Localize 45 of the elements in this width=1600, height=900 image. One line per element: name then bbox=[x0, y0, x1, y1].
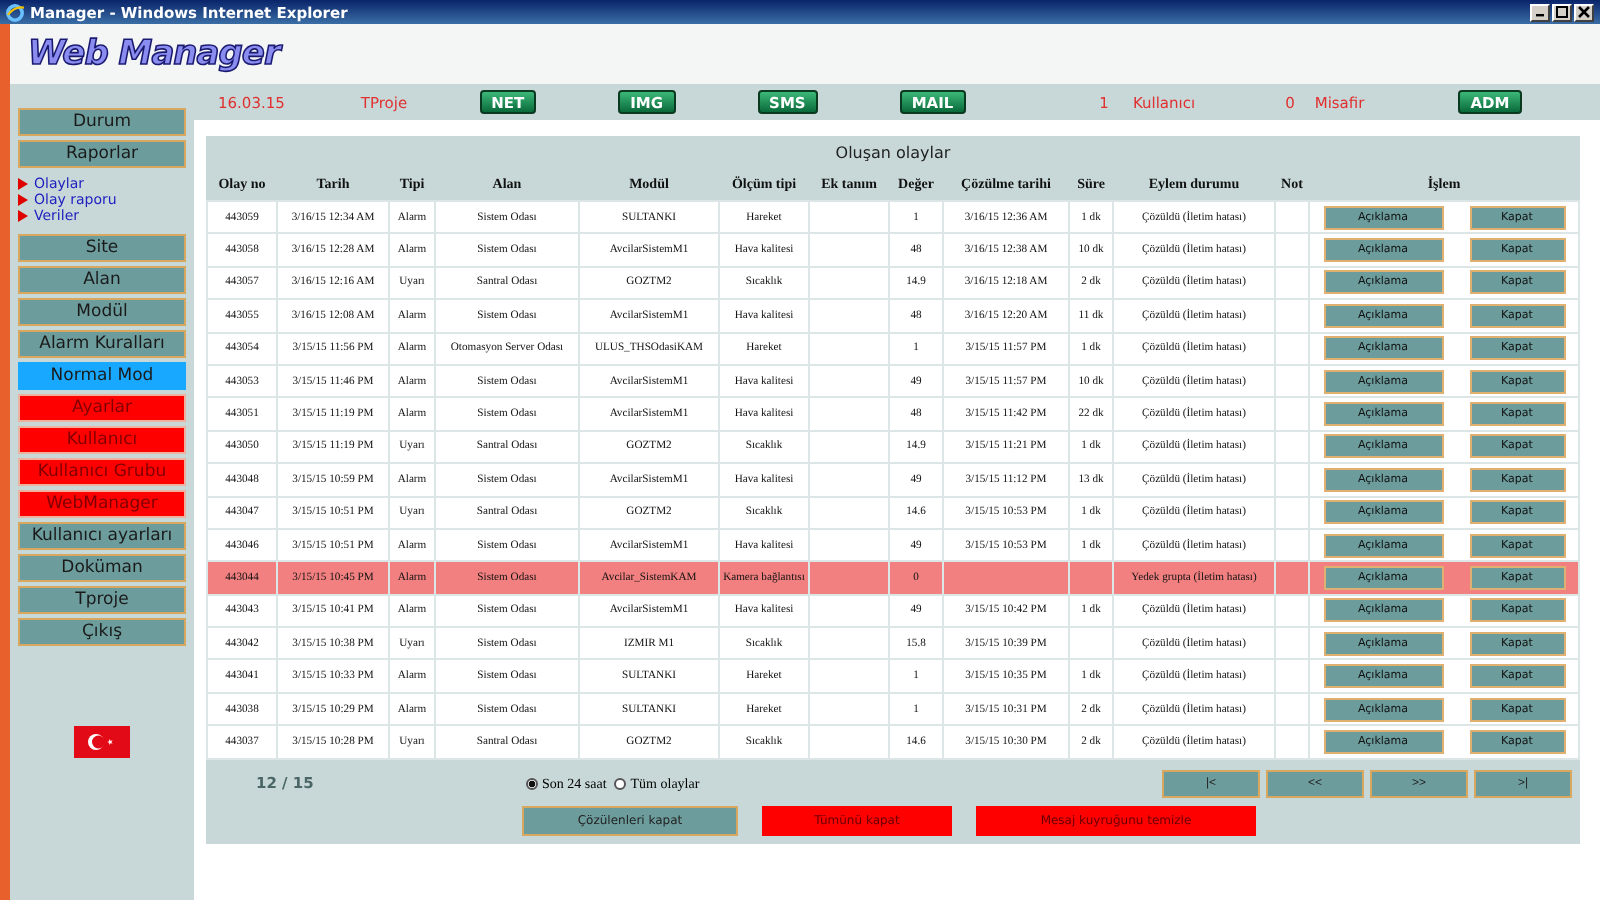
bullet-icon bbox=[18, 178, 28, 190]
table-cell bbox=[809, 233, 889, 267]
table-cell bbox=[809, 725, 889, 759]
sidebar-button[interactable]: Raporlar bbox=[18, 140, 186, 168]
table-cell bbox=[809, 463, 889, 497]
table-cell bbox=[809, 266, 889, 300]
sidebar-button[interactable]: Kullanıcı ayarları bbox=[18, 522, 186, 550]
bullet-icon bbox=[18, 194, 28, 206]
browser-icon bbox=[6, 3, 24, 21]
radio-button[interactable] bbox=[614, 777, 627, 790]
table-cell bbox=[809, 332, 889, 365]
sidebar-button[interactable]: Durum bbox=[18, 108, 186, 136]
table-cell bbox=[809, 397, 889, 431]
table-cell bbox=[809, 692, 889, 726]
close-icon bbox=[1578, 6, 1590, 18]
sidebar-button[interactable]: Alan bbox=[18, 266, 186, 294]
table-cell bbox=[1275, 201, 1309, 234]
sidebar-button[interactable]: Çıkış bbox=[18, 618, 186, 646]
maximize-button[interactable] bbox=[1552, 3, 1572, 21]
table-cell bbox=[943, 561, 1069, 595]
table-cell bbox=[809, 299, 889, 333]
flag-icon[interactable] bbox=[74, 726, 130, 758]
sidebar-button[interactable]: Alarm Kuralları bbox=[18, 330, 186, 358]
table-cell bbox=[809, 364, 889, 398]
table-cell bbox=[809, 496, 889, 529]
minimize-button[interactable] bbox=[1530, 3, 1550, 21]
maximize-icon bbox=[1556, 6, 1568, 18]
mode-button[interactable]: Normal Mod bbox=[18, 362, 186, 390]
sidebar-button[interactable]: Doküman bbox=[18, 554, 186, 582]
table-cell bbox=[809, 594, 889, 628]
table-title: Oluşan olaylar bbox=[835, 143, 951, 161]
radio-button[interactable] bbox=[526, 777, 538, 790]
sidebar-button[interactable]: Modül bbox=[18, 298, 186, 326]
table-cell bbox=[809, 561, 889, 595]
bullet-icon bbox=[18, 210, 28, 222]
logo: Web Manager bbox=[28, 34, 280, 74]
close-button[interactable] bbox=[1574, 3, 1594, 21]
table-cell bbox=[809, 201, 889, 234]
table-cell bbox=[809, 659, 889, 693]
table-cell bbox=[1069, 627, 1113, 660]
table-cell bbox=[809, 430, 889, 464]
sidebar-button[interactable]: Site bbox=[18, 234, 186, 262]
table-cell bbox=[809, 627, 889, 660]
sidebar-button[interactable]: Tproje bbox=[18, 586, 186, 614]
table-cell bbox=[809, 528, 889, 562]
